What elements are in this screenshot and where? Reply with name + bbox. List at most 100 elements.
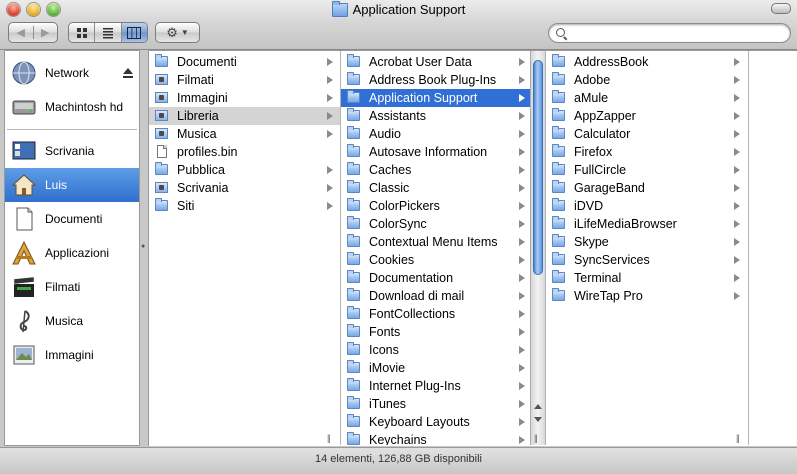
list-item[interactable]: AddressBook xyxy=(546,53,748,71)
list-item[interactable]: Scrivania xyxy=(149,179,340,197)
status-bar: 14 elementi, 126,88 GB disponibili xyxy=(0,447,797,474)
list-item[interactable]: iTunes xyxy=(341,395,530,413)
column-resize-handle[interactable]: || xyxy=(736,433,740,443)
disclosure-arrow-icon xyxy=(327,202,333,210)
list-item[interactable]: FontCollections xyxy=(341,305,530,323)
list-item[interactable]: Terminal xyxy=(546,269,748,287)
column-1: Documenti Filmati Immagini Libreria Musica pr… xyxy=(149,51,341,445)
column-resize-handle[interactable]: || xyxy=(327,433,331,443)
list-item[interactable]: ColorPickers xyxy=(341,197,530,215)
item-name: Acrobat User Data xyxy=(369,55,472,69)
list-item[interactable]: Contextual Menu Items xyxy=(341,233,530,251)
search-input[interactable] xyxy=(571,25,787,43)
list-item[interactable]: WireTap Pro xyxy=(546,287,748,305)
sidebar-item-scrivania[interactable]: Scrivania xyxy=(5,134,139,168)
folder-icon xyxy=(347,126,360,139)
list-item[interactable]: SyncServices xyxy=(546,251,748,269)
list-item[interactable]: Adobe xyxy=(546,71,748,89)
list-item[interactable]: Caches xyxy=(341,161,530,179)
scroll-down-arrow-icon[interactable] xyxy=(534,417,542,422)
eject-icon[interactable] xyxy=(123,68,133,78)
list-item[interactable]: AppZapper xyxy=(546,107,748,125)
disclosure-arrow-icon xyxy=(734,130,740,138)
list-item[interactable]: Assistants xyxy=(341,107,530,125)
list-item[interactable]: Autosave Information xyxy=(341,143,530,161)
list-item[interactable]: Musica xyxy=(149,125,340,143)
window-title: Application Support xyxy=(352,2,466,17)
scrollbar-thumb[interactable] xyxy=(533,60,543,275)
list-item[interactable]: Pubblica xyxy=(149,161,340,179)
sidebar-item-musica[interactable]: Musica xyxy=(5,304,139,338)
sidebar-item-machintosh-hd[interactable]: Machintosh hd xyxy=(5,90,139,124)
search-field[interactable] xyxy=(548,23,791,43)
list-item[interactable]: Acrobat User Data xyxy=(341,53,530,71)
list-item[interactable]: Documenti xyxy=(149,53,340,71)
column-2-scrollbar[interactable]: || xyxy=(530,51,545,445)
item-name: Caches xyxy=(369,163,412,177)
list-item[interactable]: Documentation xyxy=(341,269,530,287)
sidebar-item-label: Machintosh hd xyxy=(45,100,124,114)
list-item[interactable]: profiles.bin xyxy=(149,143,340,161)
sidebar-item-network[interactable]: Network xyxy=(5,56,139,90)
list-item[interactable]: iDVD xyxy=(546,197,748,215)
list-item[interactable]: GarageBand xyxy=(546,179,748,197)
folder-icon xyxy=(347,252,360,265)
list-item[interactable]: Immagini xyxy=(149,89,340,107)
forward-arrow-icon[interactable]: ▶ xyxy=(34,26,58,39)
list-item[interactable]: Keyboard Layouts xyxy=(341,413,530,431)
folder-icon xyxy=(347,414,360,427)
disclosure-arrow-icon xyxy=(519,418,525,426)
item-name: Pubblica xyxy=(177,163,225,177)
sidebar-item-applicazioni[interactable]: Applicazioni xyxy=(5,236,139,270)
folder-icon xyxy=(552,216,565,229)
sidebar-item-filmati[interactable]: Filmati xyxy=(5,270,139,304)
list-item[interactable]: Audio xyxy=(341,125,530,143)
list-item[interactable]: Filmati xyxy=(149,71,340,89)
toolbar-toggle-button[interactable] xyxy=(771,3,791,14)
back-arrow-icon[interactable]: ◀ xyxy=(9,26,34,39)
list-item[interactable]: FullCircle xyxy=(546,161,748,179)
sidebar-item-label: Immagini xyxy=(45,348,94,362)
list-item[interactable]: Libreria xyxy=(149,107,340,125)
list-item[interactable]: Siti xyxy=(149,197,340,215)
sidebar-item-luis[interactable]: Luis xyxy=(5,168,139,202)
list-item[interactable]: ColorSync xyxy=(341,215,530,233)
list-item[interactable]: Fonts xyxy=(341,323,530,341)
disclosure-arrow-icon xyxy=(519,382,525,390)
sidebar-item-immagini[interactable]: Immagini xyxy=(5,338,139,372)
column-view-icon[interactable] xyxy=(120,23,147,42)
scroll-up-arrow-icon[interactable] xyxy=(534,404,542,409)
list-item[interactable]: Skype xyxy=(546,233,748,251)
column-resize-handle[interactable]: || xyxy=(534,433,538,443)
toolbar: Application Support ◀ ▶ ⚙ ▼ xyxy=(0,0,797,50)
window-title-bar: Application Support xyxy=(0,0,797,20)
item-name: Calculator xyxy=(574,127,631,141)
list-item[interactable]: Keychains xyxy=(341,431,530,445)
disclosure-arrow-icon xyxy=(519,94,525,102)
folder-icon xyxy=(552,288,565,301)
list-item[interactable]: Address Book Plug-Ins xyxy=(341,71,530,89)
list-item[interactable]: Classic xyxy=(341,179,530,197)
disclosure-arrow-icon xyxy=(734,166,740,174)
list-view-icon[interactable] xyxy=(94,23,120,42)
list-item[interactable]: Firefox xyxy=(546,143,748,161)
folder-icon xyxy=(347,288,360,301)
icon-view-icon[interactable] xyxy=(69,23,94,42)
list-item[interactable]: iMovie xyxy=(341,359,530,377)
action-menu-button[interactable]: ⚙ ▼ xyxy=(155,22,200,43)
list-item[interactable]: iLifeMediaBrowser xyxy=(546,215,748,233)
list-item[interactable]: Cookies xyxy=(341,251,530,269)
folder-icon xyxy=(331,0,348,17)
list-item[interactable]: Application Support xyxy=(341,89,530,107)
list-item[interactable]: Download di mail xyxy=(341,287,530,305)
list-item[interactable]: aMule xyxy=(546,89,748,107)
list-item[interactable]: Icons xyxy=(341,341,530,359)
folder-icon xyxy=(552,270,565,283)
disclosure-arrow-icon xyxy=(519,202,525,210)
sidebar-item-label: Musica xyxy=(45,314,84,328)
list-item[interactable]: Calculator xyxy=(546,125,748,143)
sidebar-item-documenti[interactable]: Documenti xyxy=(5,202,139,236)
list-item[interactable]: Internet Plug-Ins xyxy=(341,377,530,395)
sidebar-resize-handle[interactable]: ● xyxy=(141,243,147,253)
folder-icon xyxy=(552,162,565,175)
